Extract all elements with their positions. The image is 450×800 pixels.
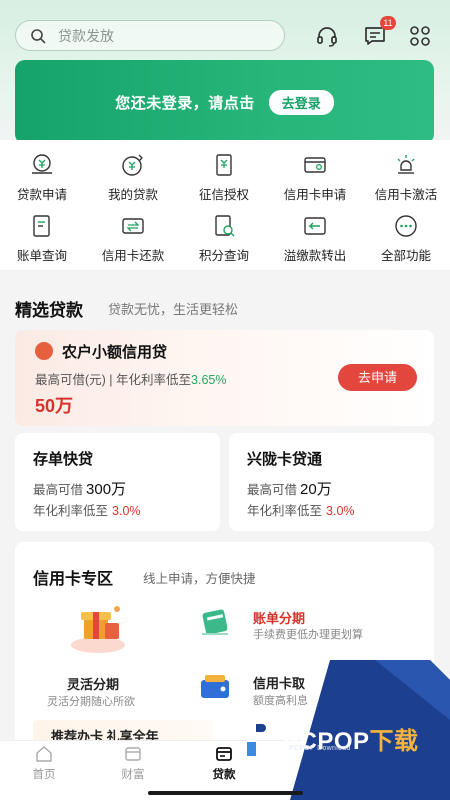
credit-card-subtitle: 线上申请，方便快捷 — [143, 572, 256, 586]
bank-logo-icon — [35, 342, 53, 360]
apply-button[interactable]: 去申请 — [338, 364, 417, 391]
grid-item-card-apply[interactable]: 信用卡申请 — [270, 152, 360, 203]
loan-card-max: 最高可借 20万 — [247, 478, 332, 499]
loan-card-deposit[interactable]: 存单快贷 最高可借 300万 年化利率低至 3.0% — [15, 433, 220, 531]
overpay-transfer-icon — [304, 217, 326, 235]
grid-item-card-repay[interactable]: 信用卡还款 — [88, 213, 178, 264]
cc-item-flex-desc: 灵活分期随心所欲 — [47, 696, 135, 708]
grid-item-label: 账单查询 — [16, 249, 67, 263]
watermark-brand-b: 下载 — [369, 728, 419, 755]
grid-item-label: 我的贷款 — [107, 188, 158, 202]
grid-item-credit-auth[interactable]: 征信授权 — [179, 152, 269, 203]
grid-item-all-functions[interactable]: 全部功能 — [361, 213, 450, 264]
loan-card-max-value: 300万 — [86, 481, 127, 498]
grid-item-label: 征信授权 — [198, 188, 249, 202]
apps-grid-icon[interactable] — [408, 24, 432, 48]
wealth-icon — [125, 747, 141, 761]
points-query-icon — [215, 215, 235, 237]
wallet-icon — [201, 675, 229, 698]
loan-card-rate: 年化利率低至 3.0% — [247, 500, 355, 519]
featured-loan-desc: 最高可借(元) | 年化利率低至3.65% — [35, 369, 226, 388]
search-placeholder: 贷款发放 — [58, 27, 114, 44]
search-icon — [31, 28, 46, 43]
loan-card-max: 最高可借 300万 — [33, 478, 126, 499]
loan-card-rate-label: 年化利率低至 — [247, 504, 323, 518]
bill-installment-icon — [202, 609, 228, 635]
more-icon — [395, 215, 417, 237]
loan-card-max-label: 最高可借 — [33, 483, 84, 497]
loan-card-xinglong[interactable]: 兴陇卡贷通 最高可借 20万 年化利率低至 3.0% — [229, 433, 434, 531]
grid-item-overpay-transfer[interactable]: 溢缴款转出 — [270, 213, 360, 264]
loan-card-rate-label: 年化利率低至 — [33, 504, 109, 518]
cc-item-bill-installment[interactable]: 账单分期 — [253, 608, 305, 627]
loans-title: 精选贷款 — [15, 301, 83, 320]
card-apply-icon — [304, 157, 326, 173]
grid-item-my-loan[interactable]: 我的贷款 — [88, 152, 178, 203]
featured-loan-card[interactable]: 农户小额信用贷 最高可借(元) | 年化利率低至3.65% 50万 去申请 — [15, 330, 434, 426]
grid-item-label: 溢缴款转出 — [283, 249, 347, 263]
tab-label: 财富 — [121, 769, 145, 781]
gift-illustration-icon — [71, 606, 125, 653]
card-repay-icon — [122, 218, 144, 234]
featured-loan-desc-text: 最高可借(元) | 年化利率低至 — [35, 373, 192, 387]
watermark-subtitle: PCPOP Download — [289, 745, 351, 752]
quick-function-grid: 贷款申请 我的贷款 征信授权 信用卡申请 信用卡激活 账单查询 信用卡还款 积分… — [0, 140, 450, 270]
grid-item-points-query[interactable]: 积分查询 — [179, 213, 269, 264]
grid-item-label: 全部功能 — [380, 249, 431, 263]
grid-item-label: 贷款申请 — [16, 188, 67, 202]
cc-item-bill-desc: 手续费更低办理更划算 — [253, 629, 363, 641]
loan-card-max-value: 20万 — [300, 481, 332, 498]
featured-loan-name: 农户小额信用贷 — [62, 344, 168, 361]
login-banner: 您还未登录，请点击 去登录 — [15, 60, 434, 144]
grid-item-card-activate[interactable]: 信用卡激活 — [361, 152, 450, 203]
grid-item-loan-apply[interactable]: 贷款申请 — [0, 152, 87, 203]
home-indicator — [148, 791, 303, 795]
bill-query-icon — [33, 215, 50, 237]
watermark-logo-icon — [247, 716, 274, 756]
login-prompt: 您还未登录，请点击 — [115, 94, 255, 112]
tab-label: 首页 — [32, 769, 56, 781]
headset-icon[interactable] — [315, 24, 339, 48]
tab-home[interactable]: 首页 — [14, 745, 74, 782]
loan-card-title: 存单快贷 — [33, 451, 94, 468]
message-badge: 11 — [380, 16, 396, 30]
tab-label: 贷款 — [212, 769, 236, 781]
cc-item-flex-installment[interactable]: 灵活分期 — [67, 674, 119, 693]
grid-item-bill-query[interactable]: 账单查询 — [0, 213, 87, 264]
login-button[interactable]: 去登录 — [268, 89, 334, 115]
loan-apply-icon — [32, 154, 52, 174]
grid-item-label: 信用卡激活 — [374, 188, 438, 202]
featured-loan-amount: 50万 — [35, 396, 74, 416]
search-bar[interactable]: 贷款发放 — [15, 20, 285, 51]
credit-card-title: 信用卡专区 — [33, 571, 114, 588]
loan-card-title: 兴陇卡贷通 — [247, 451, 323, 468]
grid-item-label: 信用卡申请 — [283, 188, 347, 202]
grid-item-label: 积分查询 — [198, 249, 249, 263]
featured-loan-rate: 3.65% — [191, 373, 227, 387]
loan-tab-icon — [216, 747, 232, 761]
loan-card-max-label: 最高可借 — [247, 483, 298, 497]
loan-card-rate-value: 3.0% — [326, 504, 355, 518]
loans-subtitle: 贷款无忧，生活更轻松 — [108, 302, 239, 317]
my-loan-icon — [122, 154, 143, 176]
grid-item-label: 信用卡还款 — [101, 249, 165, 263]
loan-card-rate-value: 3.0% — [112, 504, 141, 518]
credit-auth-icon — [216, 154, 232, 176]
tab-wealth[interactable]: 财富 — [103, 745, 163, 782]
home-icon — [36, 746, 52, 762]
loan-card-rate: 年化利率低至 3.0% — [33, 500, 141, 519]
card-activate-icon — [397, 155, 415, 174]
